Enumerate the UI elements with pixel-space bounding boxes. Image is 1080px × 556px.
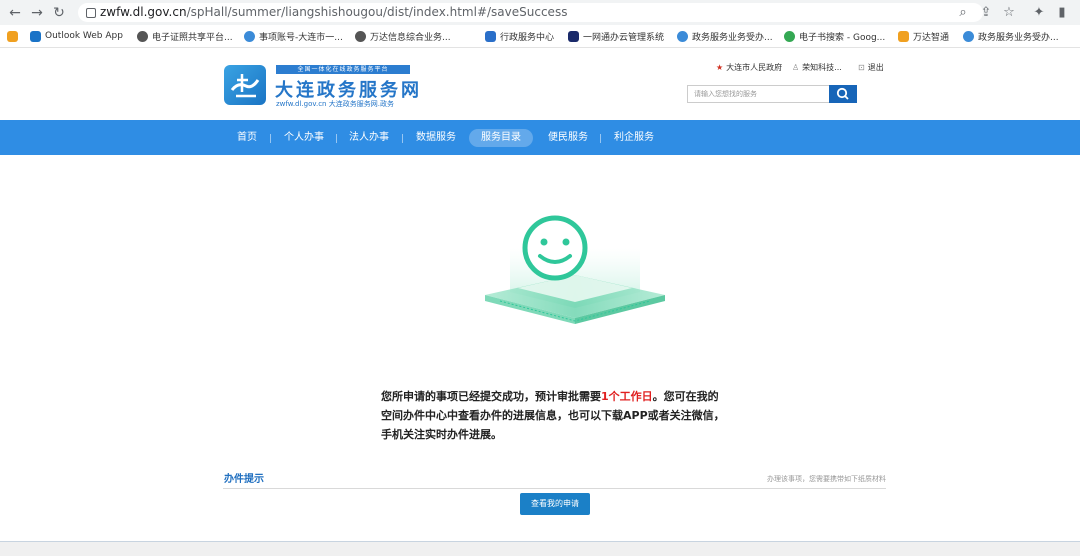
bookmark-item[interactable]: 一网通办云管理系统 (568, 28, 664, 44)
bookmark-label: 万达信息综合业务... (370, 32, 451, 43)
bookmark-label: 行政服务中心 (500, 32, 555, 43)
nav-personal[interactable]: 个人办事 (272, 129, 336, 147)
bookmark-item[interactable]: 电子书搜索 - Goog... (784, 28, 885, 44)
bookmark-item[interactable]: 万达智通 (898, 28, 949, 44)
search-button[interactable] (829, 85, 857, 103)
nav-data-service[interactable]: 数据服务 (404, 129, 468, 147)
nav-convenience[interactable]: 便民服务 (536, 129, 600, 147)
user-icon: ♙ (792, 63, 800, 72)
lock-icon[interactable] (86, 8, 96, 18)
forward-icon[interactable]: → (28, 4, 46, 22)
nav-divider (600, 134, 601, 143)
shield-app-icon (898, 30, 909, 42)
success-illustration (480, 200, 670, 335)
logo-icon[interactable] (224, 65, 266, 105)
bookmark-item[interactable]: 行政服务中心 (485, 28, 554, 44)
nav-divider (402, 134, 403, 143)
bookmark-item[interactable] (7, 28, 22, 44)
globe-icon (355, 30, 366, 42)
bookmark-label: 政务服务业务受办... (692, 32, 773, 43)
bookmark-item[interactable]: 政务服务业务受办... (677, 28, 773, 44)
bookmark-item[interactable]: 政务服务业务受办... (963, 28, 1059, 44)
bookmark-label: Outlook Web App (45, 31, 123, 41)
gov-link[interactable]: ★ 大连市人民政府 (716, 62, 782, 73)
bookmarks-bar: Outlook Web App 电子证照共享平台... 事项账号-大连市一... 万达… (0, 25, 1080, 48)
swirl-icon (963, 30, 974, 42)
approval-time: 1个工作日 (601, 390, 653, 403)
search-icon (836, 87, 849, 100)
bookmark-label: 政务服务业务受办... (978, 32, 1059, 43)
google-icon (784, 30, 795, 42)
search-input[interactable]: 请输入您想找的服务 (687, 85, 829, 103)
logout-link[interactable]: ⊡ 退出 (858, 62, 884, 73)
nav-home[interactable]: 首页 (225, 129, 269, 147)
star-icon[interactable]: ☆ (1000, 4, 1018, 22)
page-footer-strip (0, 541, 1080, 556)
outlook-icon (30, 30, 41, 42)
browser-toolbar: ← → ↻ zwfw.dl.gov.cn/spHall/summer/liang… (0, 0, 1080, 25)
tips-section: 办件提示 办理该事项，您需要携带如下纸质材料 (223, 466, 886, 489)
main-nav: 首页 个人办事 法人办事 数据服务 服务目录 便民服务 利企服务 (0, 120, 1080, 155)
site-header: 全国一体化在线政务服务平台 大连政务服务网 zwfw.dl.gov.cn 大连政… (0, 48, 1080, 120)
bookmark-label: 电子证照共享平台... (152, 32, 233, 43)
bookmark-label: 万达智通 (913, 32, 950, 43)
view-my-application-button[interactable]: 查看我的申请 (520, 493, 590, 515)
user-link[interactable]: ♙ 荣知科技... (792, 62, 842, 73)
bookmark-label: 一网通办云管理系统 (583, 32, 665, 43)
smiley-icon (522, 215, 588, 281)
back-icon[interactable]: ← (6, 4, 24, 22)
bookmark-label: 电子书搜索 - Goog... (799, 32, 886, 43)
swirl-icon (244, 30, 255, 42)
url-path: /spHall/summer/liangshishougou/dist/inde… (186, 5, 568, 19)
bookmark-item[interactable]: 电子证照共享平台... (137, 28, 233, 44)
cloud-icon (568, 30, 579, 42)
bookmark-label: 事项账号-大连市一... (259, 32, 343, 43)
emblem-icon: ★ (716, 63, 724, 72)
extensions-icon[interactable]: ✦ (1030, 4, 1048, 22)
url-domain: zwfw.dl.gov.cn (100, 5, 187, 19)
tips-title: 办件提示 (224, 474, 264, 485)
wd-icon (485, 30, 496, 42)
lock-icon: ⊡ (858, 63, 865, 72)
reload-icon[interactable]: ↻ (50, 4, 68, 22)
globe-icon (137, 30, 148, 42)
bookmark-item[interactable]: 万达信息综合业务... (355, 28, 451, 44)
zoom-icon[interactable]: ⌕ (954, 4, 972, 22)
nav-service-catalog[interactable]: 服务目录 (469, 129, 533, 147)
side-panel-icon[interactable]: ▮ (1053, 4, 1071, 22)
bookmark-item[interactable]: 事项账号-大连市一... (244, 28, 343, 44)
swirl-icon (677, 30, 688, 42)
tips-note: 办理该事项，您需要携带如下纸质材料 (767, 475, 886, 483)
nav-enterprise[interactable]: 利企服务 (602, 129, 666, 147)
logo-domain: zwfw.dl.gov.cn 大连政务服务网.政务 (276, 100, 394, 108)
share-icon[interactable]: ⇪ (977, 4, 995, 22)
address-bar[interactable]: zwfw.dl.gov.cn/spHall/summer/liangshisho… (78, 3, 983, 22)
bookmark-item[interactable]: Outlook Web App (30, 28, 123, 44)
shield-app-icon (7, 30, 18, 42)
success-message: 您所申请的事项已经提交成功，预计审批需要1个工作日。您可在我的空间办件中心中查看… (381, 390, 725, 441)
nav-corporate[interactable]: 法人办事 (337, 129, 401, 147)
nav-divider (270, 134, 271, 143)
logo-subtitle: 全国一体化在线政务服务平台 (276, 65, 410, 74)
